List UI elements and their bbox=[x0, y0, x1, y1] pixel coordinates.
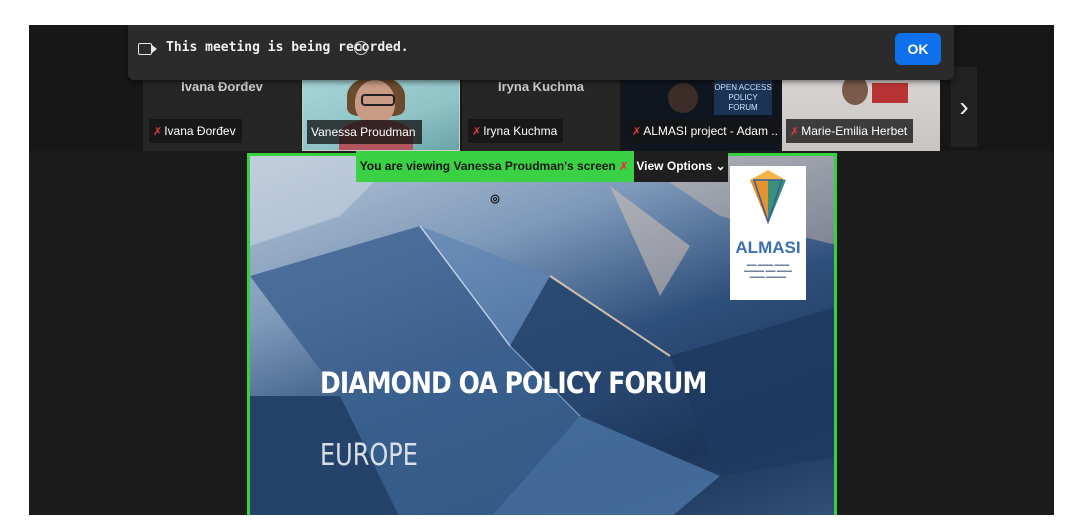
next-page-chevron-icon[interactable]: › bbox=[951, 67, 977, 147]
participant-name: Ivana Đorđev bbox=[164, 124, 236, 138]
almasi-logo: ALMASI ▬▬ ▬▬▬ ▬▬▬ ▬▬▬▬ ▬▬ ▬▬▬ ▬▬▬ ▬▬▬▬ bbox=[730, 166, 806, 300]
participant-name-label: ✗ Ivana Đorđev bbox=[149, 119, 242, 143]
logo-fine-print: ▬▬ ▬▬▬ ▬▬▬ ▬▬▬▬ ▬▬ ▬▬▬ ▬▬▬ ▬▬▬▬ bbox=[744, 262, 792, 280]
participant-name-label: ✗ Iryna Kuchma bbox=[468, 119, 564, 143]
view-options-button[interactable]: View Options ⌄ bbox=[634, 151, 728, 182]
background-object bbox=[872, 83, 908, 103]
participant-tile-almasi[interactable]: OPEN ACCESS POLICY FORUM ✗ ALMASI project… bbox=[622, 75, 780, 151]
logo-text: ALMASI bbox=[735, 238, 801, 257]
participant-name-label: ✗ ALMASI project - Adam ... bbox=[628, 119, 778, 143]
mic-muted-icon: ✗ bbox=[790, 126, 800, 138]
participant-name: Iryna Kuchma bbox=[483, 124, 558, 138]
shared-screen: DIAMOND OA POLICY FORUM EUROPE ALMASI ▬▬… bbox=[247, 153, 837, 515]
glasses-shape bbox=[361, 94, 395, 106]
viewing-indicator: You are viewing Vanessa Proudman's scree… bbox=[356, 151, 634, 205]
participant-name: Marie-Emilia Herbet bbox=[801, 124, 908, 138]
recording-notice-text: This meeting is being recorded. bbox=[166, 40, 409, 55]
participant-video bbox=[668, 83, 698, 113]
recording-camera-icon bbox=[138, 43, 157, 55]
participant-tile-marie[interactable]: ✗ Marie-Emilia Herbet bbox=[782, 75, 940, 151]
viewing-prefix: You are viewing bbox=[359, 159, 451, 173]
info-icon: ◎ bbox=[490, 193, 500, 205]
ok-button[interactable]: OK bbox=[895, 33, 941, 65]
mic-muted-icon: ✗ bbox=[153, 126, 163, 138]
participant-tile-iryna[interactable]: Iryna Kuchma ✗ Iryna Kuchma bbox=[462, 75, 620, 151]
info-icon[interactable]: i bbox=[354, 41, 368, 55]
participant-name-label: Vanessa Proudman bbox=[307, 120, 422, 144]
participant-name: Vanessa Proudman bbox=[311, 125, 416, 139]
participant-tile-ivana[interactable]: Ivana Đorđev ✗ Ivana Đorđev bbox=[143, 75, 301, 151]
view-options-label: View Options bbox=[636, 159, 713, 173]
participant-tile-name: Ivana Đorđev bbox=[181, 79, 263, 94]
chevron-down-icon: ⌄ bbox=[715, 159, 726, 173]
slide-subtitle: EUROPE bbox=[320, 438, 418, 473]
slide-title: DIAMOND OA POLICY FORUM bbox=[320, 366, 707, 400]
mic-muted-icon: ✗ bbox=[619, 161, 629, 173]
participant-tile-vanessa[interactable]: Vanessa Proudman bbox=[302, 75, 460, 151]
recording-notice: This meeting is being recorded. i OK bbox=[128, 25, 954, 80]
participant-tile-name: Iryna Kuchma bbox=[498, 79, 584, 94]
viewing-name: Vanessa Proudman's screen bbox=[453, 159, 616, 173]
diamond-logo-icon bbox=[750, 170, 786, 225]
participant-name-label: ✗ Marie-Emilia Herbet bbox=[786, 119, 914, 143]
participant-name: ALMASI project - Adam ... bbox=[643, 124, 778, 138]
meeting-window: Ivana Đorđev ✗ Ivana Đorđev Vanessa Proud… bbox=[29, 25, 1054, 515]
mic-muted-icon: ✗ bbox=[632, 126, 642, 138]
mic-muted-icon: ✗ bbox=[472, 126, 482, 138]
forum-banner: OPEN ACCESS POLICY FORUM bbox=[714, 79, 772, 115]
